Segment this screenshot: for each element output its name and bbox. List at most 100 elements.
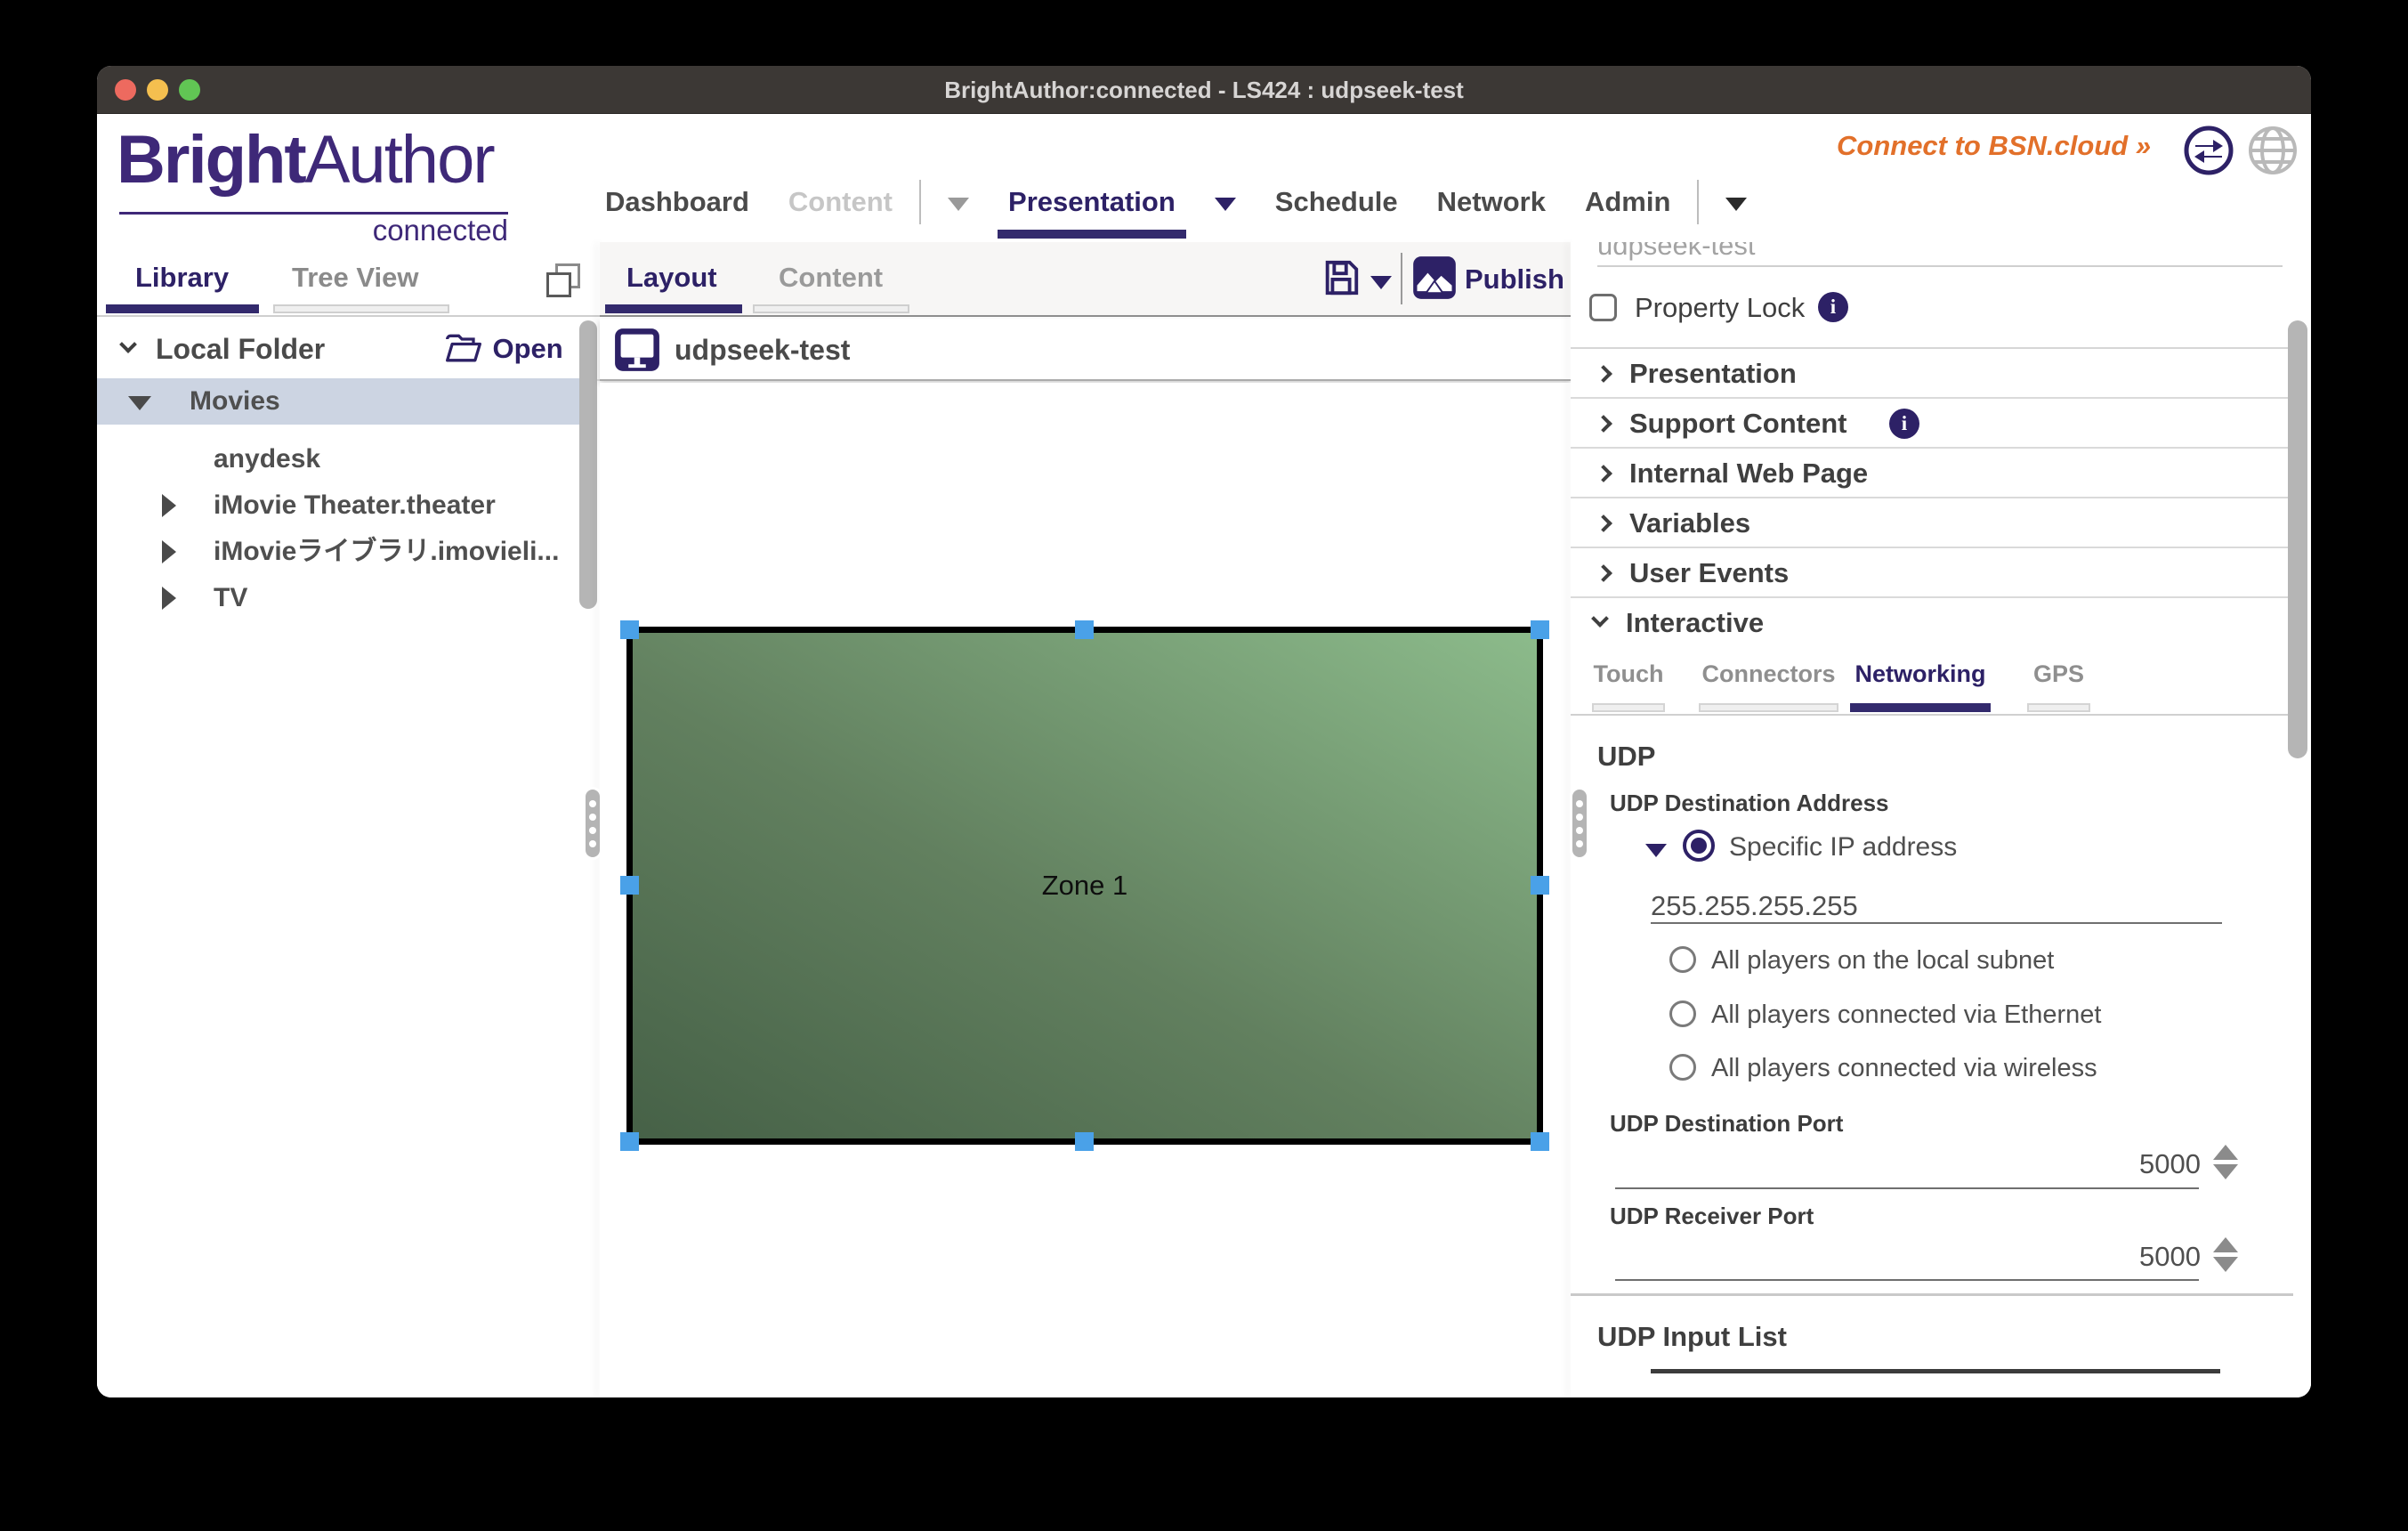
section-internal-web-page[interactable]: Internal Web Page [1571,449,2293,498]
tab-label: Touch [1594,660,1664,687]
udp-input-list-underline [1651,1369,2220,1373]
main-nav: Dashboard Content Presentation Schedule … [605,179,1747,225]
support-content-info-icon[interactable]: i [1889,409,1919,439]
properties-scrollbar[interactable] [2288,320,2307,758]
layout-canvas[interactable]: Zone 1 [600,383,1571,1397]
receiver-port-underline [1615,1279,2199,1281]
radio-wireless-label: All players connected via wireless [1711,1054,2097,1082]
radio-local-subnet[interactable] [1669,946,1696,973]
zone-1-label: Zone 1 [633,633,1537,1138]
tab-label: Networking [1854,660,1985,687]
section-presentation[interactable]: Presentation [1571,349,2293,399]
tab-connectors[interactable]: Connectors [1699,660,1838,714]
tab-touch[interactable]: Touch [1592,660,1665,714]
local-folder-row: Local Folder Open [97,317,600,381]
specific-ip-label: Specific IP address [1729,833,1957,862]
left-splitter-handle[interactable] [583,787,602,860]
nav-divider [919,180,921,224]
tree-row-tv[interactable]: TV [97,575,580,621]
resize-handle-n[interactable] [1075,620,1094,639]
nav-presentation-underline [998,230,1186,239]
tree-row-anydesk[interactable]: anydesk [97,436,580,482]
section-interactive[interactable]: Interactive [1571,598,2293,650]
property-lock-checkbox[interactable] [1589,294,1617,321]
tab-underline [1592,703,1665,712]
collapsed-arrow-icon[interactable] [162,494,176,517]
tree-row-imovie-theater[interactable]: iMovie Theater.theater [97,482,580,529]
detach-panel-icon[interactable] [546,263,582,299]
presentation-name-field[interactable]: udpseek-test [1597,242,1756,262]
open-folder-button[interactable]: Open [444,329,558,376]
save-icon[interactable] [1321,256,1362,299]
tab-layout[interactable]: Layout [626,262,717,294]
expanded-arrow-icon[interactable] [128,396,151,410]
resize-handle-s[interactable] [1075,1132,1094,1151]
nav-content[interactable]: Content [788,179,893,225]
save-options-caret-icon[interactable] [1370,276,1392,289]
tree-row-imovie-library[interactable]: iMovieライブラリ.imovieli... [97,529,580,575]
library-scrollbar[interactable] [579,320,597,609]
destination-port-stepper[interactable] [2213,1145,2238,1179]
tree-item-label: TV [214,575,247,621]
tree-item-label: iMovieライブラリ.imovieli... [214,529,559,575]
resize-handle-sw[interactable] [620,1132,639,1151]
nav-network[interactable]: Network [1437,179,1546,225]
tab-underline [1699,703,1838,712]
open-folder-icon [444,329,483,369]
collapsed-arrow-icon[interactable] [162,587,176,610]
collapse-caret-icon[interactable] [1645,844,1667,857]
tab-tree-view[interactable]: Tree View [292,262,418,294]
collapsed-arrow-icon[interactable] [162,540,176,563]
presentation-screen-icon [614,328,660,372]
ip-address-input[interactable]: 255.255.255.255 [1651,890,1858,922]
tab-underline [2027,703,2090,712]
right-splitter-handle[interactable] [1570,787,1589,860]
resize-handle-ne[interactable] [1531,620,1549,639]
tree-item-label: anydesk [214,436,320,482]
radio-ethernet[interactable] [1669,1000,1696,1027]
publish-button[interactable]: Publish [1465,242,1564,317]
section-user-events[interactable]: User Events [1571,548,2293,598]
udp-receiver-port-input[interactable]: 5000 [2069,1241,2201,1273]
resize-handle-e[interactable] [1531,876,1549,895]
nav-presentation[interactable]: Presentation [1008,179,1176,225]
main-area: Library Tree View Local Folder Open [97,242,2311,1397]
zone-1[interactable]: Zone 1 [626,627,1543,1145]
tab-library[interactable]: Library [135,262,229,294]
section-variables[interactable]: Variables [1571,498,2293,548]
nav-admin[interactable]: Admin [1585,179,1670,225]
property-lock-info-icon[interactable]: i [1818,292,1848,322]
resize-handle-w[interactable] [620,876,639,895]
tab-layout-underline [605,304,742,313]
tab-library-underline [106,304,259,313]
connect-bsn-cloud-link[interactable]: Connect to BSN.cloud » [1837,130,2157,162]
nav-schedule[interactable]: Schedule [1275,179,1398,225]
nav-admin-caret-icon[interactable] [1725,198,1747,211]
tab-networking[interactable]: Networking [1850,660,1991,714]
nav-content-caret-icon[interactable] [948,198,969,211]
tab-gps[interactable]: GPS [2027,660,2090,714]
chevron-right-icon [1595,415,1612,433]
transfer-icon[interactable] [2183,125,2234,176]
resize-handle-se[interactable] [1531,1132,1549,1151]
editor-toolbar: Layout Content Publish [600,242,1571,317]
tree-row-movies[interactable]: Movies [97,378,580,425]
window-title: BrightAuthor:connected - LS424 : udpseek… [97,66,2311,114]
open-label: Open [492,333,562,364]
name-field-underline [1597,265,2283,267]
tab-content-underline [753,304,909,313]
radio-wireless[interactable] [1669,1054,1696,1081]
nav-presentation-caret-icon[interactable] [1215,198,1236,211]
tab-underline [1850,703,1991,712]
nav-dashboard[interactable]: Dashboard [605,179,749,225]
publish-icon[interactable] [1411,255,1458,301]
library-panel-tabs: Library Tree View [97,242,600,317]
section-support-content[interactable]: Support Content i [1571,399,2293,449]
receiver-port-stepper[interactable] [2213,1237,2238,1272]
resize-handle-nw[interactable] [620,620,639,639]
radio-specific-ip[interactable] [1683,830,1715,862]
udp-destination-port-input[interactable]: 5000 [2069,1148,2201,1180]
chevron-down-icon[interactable] [119,336,137,353]
tab-content[interactable]: Content [779,262,883,294]
globe-icon[interactable] [2247,125,2299,176]
